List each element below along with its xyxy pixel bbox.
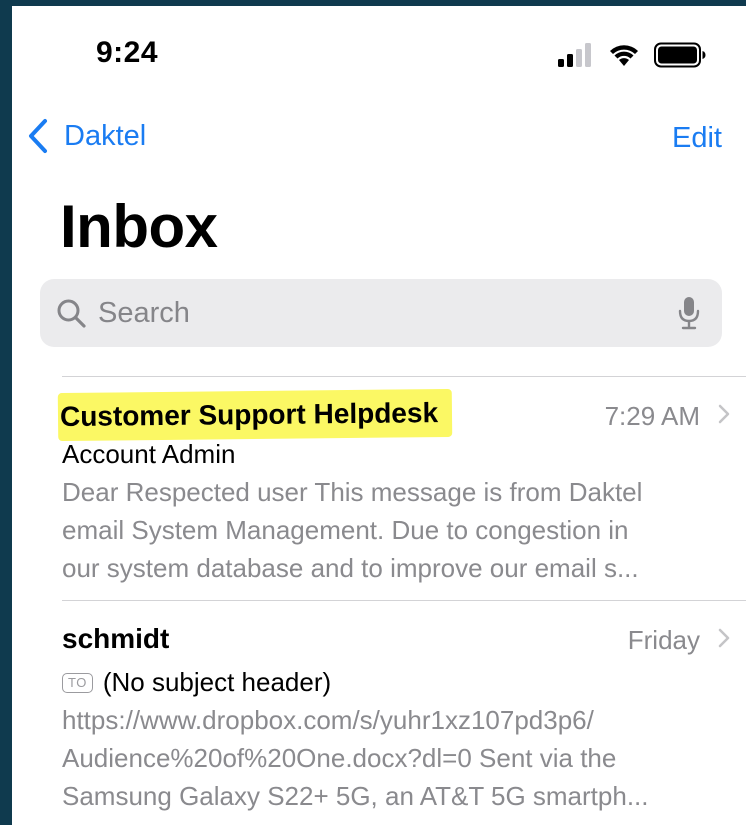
- battery-icon: [654, 42, 706, 68]
- message-time: 7:29 AM: [604, 401, 700, 431]
- back-button-label: Daktel: [64, 119, 147, 152]
- to-badge: TO: [62, 672, 93, 693]
- page-title: Inbox: [60, 193, 218, 260]
- message-preview-line: Audience%20of%20One.docx?dl=0 Sent via t…: [62, 743, 617, 773]
- status-icons: [558, 40, 706, 70]
- search-bar[interactable]: [40, 279, 722, 347]
- message-sender: Customer Support Helpdesk: [57, 388, 453, 442]
- chevron-left-icon: [29, 119, 47, 153]
- message-preview-line: email System Management. Due to congesti…: [62, 515, 629, 545]
- message-subject-text: Account Admin: [62, 439, 236, 469]
- message-preview-line: our system database and to improve our e…: [62, 553, 639, 583]
- message-subject: TO (No subject header): [62, 667, 331, 698]
- message-preview-line: Samsung Galaxy S22+ 5G, an AT&T 5G smart…: [62, 781, 649, 811]
- message-row[interactable]: Customer Support Helpdesk 7:29 AM Accoun…: [12, 377, 746, 600]
- edit-button[interactable]: Edit: [672, 122, 722, 155]
- message-preview-line: Dear Respected user This message is from…: [62, 477, 643, 507]
- status-time: 9:24: [96, 36, 159, 69]
- message-subject: Account Admin: [62, 439, 235, 470]
- wifi-icon: [610, 45, 638, 66]
- search-icon: [57, 299, 86, 328]
- message-sender: schmidt: [62, 623, 170, 654]
- message-row[interactable]: schmidt Friday TO (No subject header) ht…: [12, 601, 746, 825]
- chevron-right-icon: [718, 628, 730, 648]
- message-preview-line: https://www.dropbox.com/s/yuhr1xz107pd3p…: [62, 705, 594, 735]
- cellular-signal-icon: [558, 43, 591, 67]
- message-subject-text: (No subject header): [102, 667, 332, 697]
- chevron-right-icon: [718, 404, 730, 424]
- message-time: Friday: [627, 625, 700, 655]
- search-input[interactable]: [98, 296, 678, 330]
- mail-screen: 9:24 Daktel Edit Inbox Search Customer S…: [12, 6, 746, 825]
- back-button[interactable]: Daktel: [26, 118, 146, 154]
- microphone-icon[interactable]: [678, 296, 700, 330]
